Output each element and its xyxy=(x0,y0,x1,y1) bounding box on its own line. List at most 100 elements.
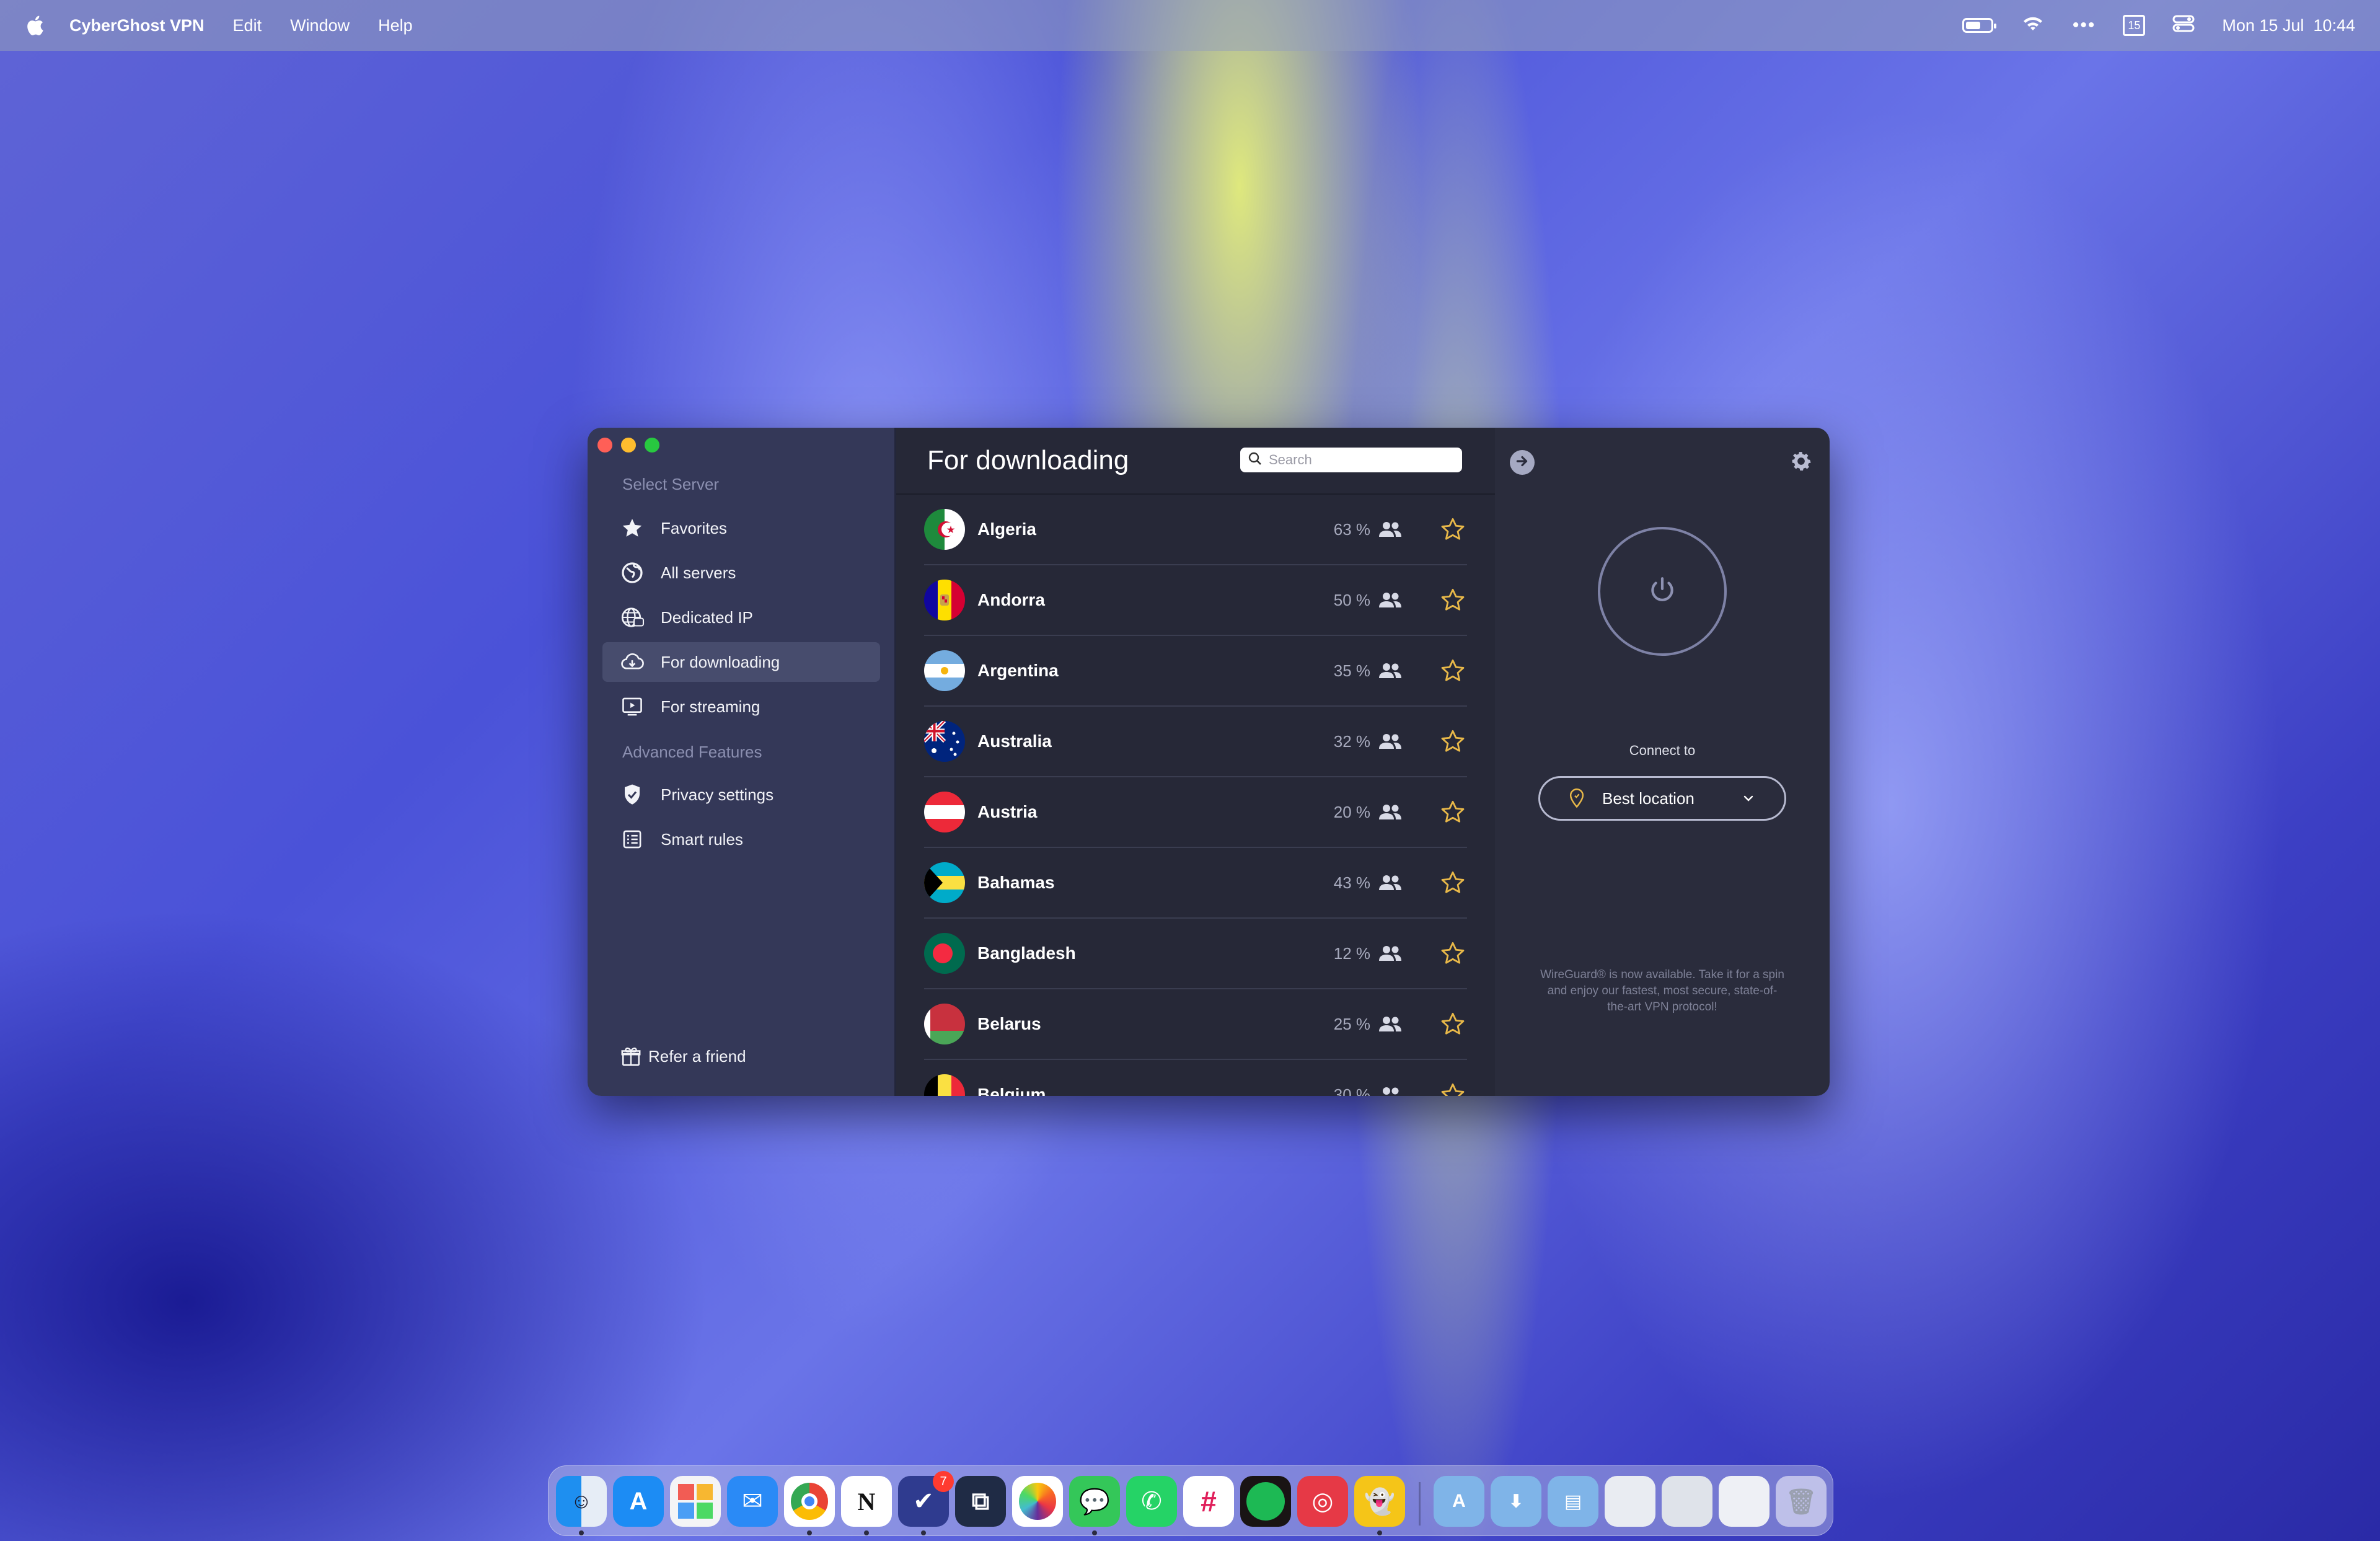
cyberghost-icon[interactable]: 👻 xyxy=(1354,1476,1405,1527)
menu-app-name[interactable]: CyberGhost VPN xyxy=(69,16,205,35)
server-load: 63 % xyxy=(1333,519,1370,539)
server-row-algeria[interactable]: Algeria 63 % xyxy=(924,495,1467,565)
favorite-star-icon[interactable] xyxy=(1439,939,1467,968)
mail-icon[interactable]: ✉ xyxy=(727,1476,778,1527)
server-row-belgium[interactable]: Belgium 30 % xyxy=(924,1060,1467,1096)
window-thumbnail-icon[interactable] xyxy=(1605,1476,1655,1527)
country-name: Bangladesh xyxy=(977,943,1076,963)
country-name: Belarus xyxy=(977,1014,1041,1033)
connect-to-label: Connect to xyxy=(1629,743,1696,758)
wifi-icon[interactable] xyxy=(2021,14,2045,37)
sidebar-item-label: Favorites xyxy=(661,518,727,537)
app-store-icon[interactable]: A xyxy=(613,1476,664,1527)
downloads-folder-icon[interactable]: ⬇ xyxy=(1491,1476,1541,1527)
more-icon[interactable]: ••• xyxy=(2073,15,2096,36)
server-row-argentina[interactable]: Argentina 35 % xyxy=(924,636,1467,707)
sidebar-item-label: For downloading xyxy=(661,652,780,671)
advanced-features-label: Advanced Features xyxy=(622,743,762,761)
todo-icon[interactable]: ✔ 7 xyxy=(898,1471,954,1527)
server-row-bahamas[interactable]: Bahamas 43 % xyxy=(924,848,1467,919)
applications-folder-icon[interactable]: A xyxy=(1434,1476,1484,1527)
flag-belgium-icon xyxy=(924,1074,965,1096)
spotify-icon[interactable] xyxy=(1240,1476,1291,1527)
location-value: Best location xyxy=(1602,788,1695,808)
dock: ☺ A ✉ N ✔ 7 ⧉ 💬 ✆ # ◎ 👻 A ⬇ ▤ 🗑 xyxy=(548,1465,1833,1536)
server-load: 30 % xyxy=(1333,1085,1370,1097)
screen-tool-icon[interactable]: ⧉ xyxy=(955,1476,1006,1527)
apple-icon[interactable] xyxy=(25,14,45,37)
favorite-star-icon[interactable] xyxy=(1439,586,1467,614)
trash-icon[interactable]: 🗑 xyxy=(1776,1476,1827,1527)
documents-folder-icon[interactable]: ▤ xyxy=(1548,1476,1598,1527)
sidebar-item-label: Privacy settings xyxy=(661,785,774,804)
users-icon xyxy=(1378,800,1403,824)
users-icon xyxy=(1378,517,1403,542)
calendar-icon[interactable]: 15 xyxy=(2123,15,2146,36)
server-row-bangladesh[interactable]: Bangladesh 12 % xyxy=(924,919,1467,989)
close-button[interactable] xyxy=(597,438,612,453)
sidebar-item-label: For streaming xyxy=(661,697,760,716)
play-screen-icon xyxy=(620,694,645,719)
search-box[interactable] xyxy=(1240,448,1462,472)
sidebar-item-privacy-settings[interactable]: Privacy settings xyxy=(602,775,880,815)
sidebar-item-dedicated-ip[interactable]: Dedicated IP xyxy=(602,598,880,637)
sidebar-item-all-servers[interactable]: All servers xyxy=(602,553,880,593)
window-thumbnail-icon[interactable] xyxy=(1662,1476,1712,1527)
clock[interactable]: Mon 15 Jul 10:44 xyxy=(2222,16,2355,35)
zoom-button[interactable] xyxy=(645,438,659,453)
rules-icon xyxy=(620,827,645,852)
refer-a-friend-button[interactable]: Refer a friend xyxy=(620,1045,746,1067)
sidebar-item-favorites[interactable]: Favorites xyxy=(602,508,880,548)
location-select[interactable]: Best location xyxy=(1538,776,1786,821)
server-row-andorra[interactable]: Andorra 50 % xyxy=(924,565,1467,636)
menu-window[interactable]: Window xyxy=(290,16,350,35)
sidebar-item-smart-rules[interactable]: Smart rules xyxy=(602,819,880,859)
shield-icon xyxy=(620,782,645,807)
favorite-star-icon[interactable] xyxy=(1439,656,1467,685)
menu-edit[interactable]: Edit xyxy=(233,16,262,35)
server-load: 50 % xyxy=(1333,590,1370,609)
calendar-app-icon[interactable] xyxy=(670,1476,721,1527)
favorite-star-icon[interactable] xyxy=(1439,727,1467,756)
users-icon xyxy=(1378,1082,1403,1096)
favorite-star-icon[interactable] xyxy=(1439,1010,1467,1038)
notification-badge: 7 xyxy=(933,1471,954,1492)
connect-panel: Connect to Best location WireGuard® is n… xyxy=(1495,428,1830,1096)
power-button[interactable] xyxy=(1598,527,1727,656)
chrome-icon[interactable] xyxy=(784,1476,835,1527)
sidebar-item-label: Smart rules xyxy=(661,829,743,849)
minimize-button[interactable] xyxy=(621,438,636,453)
server-row-australia[interactable]: Australia 32 % xyxy=(924,707,1467,777)
search-input[interactable] xyxy=(1269,452,1455,468)
window-thumbnail-icon[interactable] xyxy=(1719,1476,1770,1527)
collapse-arrow-button[interactable] xyxy=(1510,450,1535,475)
country-name: Belgium xyxy=(977,1085,1046,1096)
favorite-star-icon[interactable] xyxy=(1439,515,1467,544)
podcast-icon[interactable]: ◎ xyxy=(1297,1476,1348,1527)
sidebar-item-for-downloading[interactable]: For downloading xyxy=(602,642,880,682)
photos-icon[interactable] xyxy=(1012,1476,1063,1527)
wireguard-note: WireGuard® is now available. Take it for… xyxy=(1540,968,1784,1013)
server-load: 32 % xyxy=(1333,731,1370,751)
gift-icon xyxy=(620,1045,642,1067)
settings-button[interactable] xyxy=(1787,449,1815,476)
favorite-star-icon[interactable] xyxy=(1439,798,1467,826)
server-list: Algeria 63 % Andorra 50 % Argentina 35 %… xyxy=(924,495,1467,1096)
control-center-icon[interactable] xyxy=(2172,14,2195,37)
menu-help[interactable]: Help xyxy=(378,16,413,35)
whatsapp-icon[interactable]: ✆ xyxy=(1126,1476,1177,1527)
messages-icon[interactable]: 💬 xyxy=(1069,1476,1120,1527)
server-load: 25 % xyxy=(1333,1014,1370,1033)
favorite-star-icon[interactable] xyxy=(1439,1080,1467,1096)
cloud-download-icon xyxy=(620,650,645,674)
slack-icon[interactable]: # xyxy=(1183,1476,1234,1527)
power-icon xyxy=(1647,575,1678,609)
server-row-belarus[interactable]: Belarus 25 % xyxy=(924,989,1467,1060)
notion-icon[interactable]: N xyxy=(841,1476,892,1527)
sidebar-item-for-streaming[interactable]: For streaming xyxy=(602,687,880,726)
favorite-star-icon[interactable] xyxy=(1439,868,1467,897)
server-row-austria[interactable]: Austria 20 % xyxy=(924,777,1467,848)
country-name: Algeria xyxy=(977,519,1036,539)
finder-icon[interactable]: ☺ xyxy=(556,1476,607,1527)
battery-icon[interactable] xyxy=(1962,18,1996,33)
